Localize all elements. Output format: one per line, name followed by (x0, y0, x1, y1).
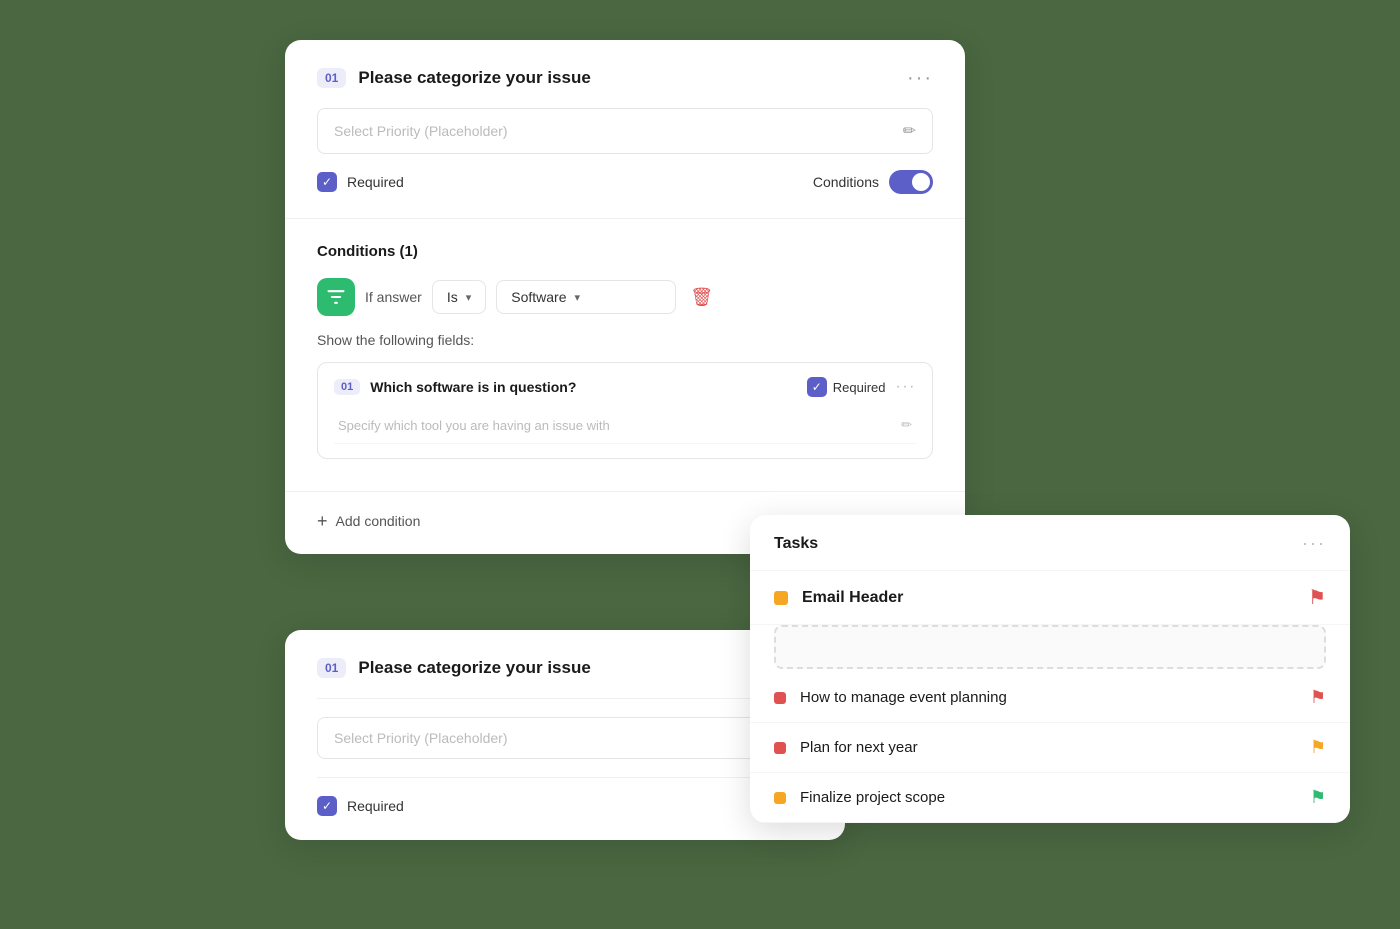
nested-placeholder-text: Specify which tool you are having an iss… (338, 418, 610, 433)
task-row-3[interactable]: Finalize project scope ⚑ (750, 773, 1350, 823)
secondary-check-icon: ✓ (322, 799, 332, 813)
check-icon: ✓ (322, 175, 332, 189)
delete-condition-button[interactable]: 🗑 (686, 283, 717, 312)
secondary-section-title: Please categorize your issue (358, 658, 590, 678)
conditions-section: Conditions (1) If answer Is ▾ Software ▾ (285, 219, 965, 492)
tasks-header: Tasks ··· (750, 515, 1350, 571)
email-dot (774, 591, 788, 605)
drop-zone[interactable] (774, 625, 1326, 669)
task-label-3: Finalize project scope (800, 789, 1296, 806)
show-fields-label: Show the following fields: (317, 332, 933, 348)
task-row-1[interactable]: How to manage event planning ⚑ (750, 673, 1350, 723)
tasks-title: Tasks (774, 535, 818, 553)
conditions-group: Conditions (813, 170, 933, 194)
edit-icon: ✏ (903, 121, 916, 141)
is-chevron-icon: ▾ (466, 291, 472, 304)
section-header: 01 Please categorize your issue ··· (317, 68, 933, 88)
delete-icon: 🗑 (690, 287, 713, 307)
secondary-required-checkbox[interactable]: ✓ (317, 796, 337, 816)
secondary-divider (317, 698, 813, 699)
task-flag-green-icon: ⚑ (1310, 787, 1326, 808)
condition-icon (317, 278, 355, 316)
secondary-priority-placeholder: Select Priority (Placeholder) (334, 730, 508, 746)
field-row: ✓ Required Conditions (317, 170, 933, 194)
condition-row: If answer Is ▾ Software ▾ 🗑 (317, 278, 933, 316)
email-header-row: Email Header ⚑ (750, 571, 1350, 625)
task-flag-red-icon: ⚑ (1310, 687, 1326, 708)
toggle-knob (912, 173, 930, 191)
if-answer-text: If answer (365, 289, 422, 305)
conditions-toggle[interactable] (889, 170, 933, 194)
nested-field: 01 Which software is in question? ✓ Requ… (317, 362, 933, 459)
priority-select[interactable]: Select Priority (Placeholder) ✏ (317, 108, 933, 154)
add-condition-label: Add condition (336, 513, 421, 529)
task-dot-yellow-3 (774, 792, 786, 804)
nested-required-group: ✓ Required (807, 377, 886, 397)
is-dropdown[interactable]: Is ▾ (432, 280, 486, 314)
nested-edit-icon: ✏ (901, 417, 912, 433)
tasks-more-button[interactable]: ··· (1302, 533, 1326, 554)
section-1: 01 Please categorize your issue ··· Sele… (285, 40, 965, 219)
main-wrapper: 01 Please categorize your issue ··· Sele… (0, 0, 1400, 929)
secondary-divider-2 (317, 777, 813, 778)
task-row-2[interactable]: Plan for next year ⚑ (750, 723, 1350, 773)
add-condition-button[interactable]: + Add condition (317, 512, 420, 530)
plus-icon: + (317, 512, 328, 530)
priority-placeholder: Select Priority (Placeholder) (334, 123, 508, 139)
secondary-title-group: 01 Please categorize your issue (317, 658, 591, 678)
secondary-required-label: Required (347, 798, 404, 814)
required-label: Required (347, 174, 404, 190)
email-header-title: Email Header (802, 589, 1308, 607)
is-label: Is (447, 289, 458, 305)
nested-placeholder-row: Specify which tool you are having an iss… (334, 409, 916, 444)
task-dot-red-2 (774, 742, 786, 754)
section-title-group: 01 Please categorize your issue (317, 68, 591, 88)
nested-field-title: Which software is in question? (370, 379, 797, 395)
secondary-section-header: 01 Please categorize your issue (317, 658, 813, 678)
conditions-title: Conditions (1) (317, 243, 933, 260)
task-flag-yellow-icon: ⚑ (1310, 737, 1326, 758)
conditions-label: Conditions (813, 174, 879, 190)
secondary-priority-select[interactable]: Select Priority (Placeholder) (317, 717, 813, 759)
step-badge: 01 (317, 68, 346, 88)
required-checkbox[interactable]: ✓ (317, 172, 337, 192)
task-label-1: How to manage event planning (800, 689, 1296, 706)
nested-step-badge: 01 (334, 379, 360, 395)
software-dropdown[interactable]: Software ▾ (496, 280, 676, 314)
nested-required-checkbox[interactable]: ✓ (807, 377, 827, 397)
tasks-card: Tasks ··· Email Header ⚑ How to manage e… (750, 515, 1350, 823)
nested-more-button[interactable]: ··· (896, 378, 916, 396)
filter-icon (326, 287, 346, 307)
nested-check-icon: ✓ (812, 380, 822, 394)
secondary-step-badge: 01 (317, 658, 346, 678)
task-label-2: Plan for next year (800, 739, 1296, 756)
section-more-button[interactable]: ··· (907, 68, 933, 88)
email-header-flag-icon: ⚑ (1308, 585, 1326, 610)
nested-field-header: 01 Which software is in question? ✓ Requ… (334, 377, 916, 397)
nested-required-label: Required (833, 380, 886, 395)
software-chevron-icon: ▾ (574, 291, 580, 304)
software-label: Software (511, 289, 566, 305)
task-dot-red-1 (774, 692, 786, 704)
required-group: ✓ Required (317, 172, 404, 192)
secondary-required-group: ✓ Required (317, 796, 813, 816)
primary-card: 01 Please categorize your issue ··· Sele… (285, 40, 965, 554)
section-title: Please categorize your issue (358, 68, 590, 88)
